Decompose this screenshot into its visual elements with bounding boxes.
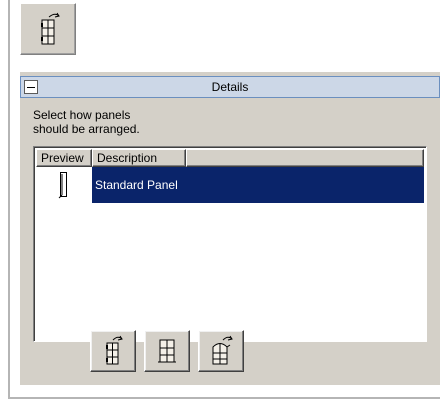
column-header-preview[interactable]: Preview (36, 149, 92, 167)
list-header: Preview Description (36, 149, 424, 167)
arrangement-window: Details Select how panels should be arra… (0, 0, 440, 409)
bottom-rule (8, 397, 440, 399)
hinged-panel-button[interactable] (90, 330, 136, 372)
panel-arrangement-button[interactable] (20, 3, 76, 55)
window-grid-panel-icon (158, 339, 176, 363)
list-item[interactable]: Standard Panel (36, 167, 424, 203)
row-description: Standard Panel (92, 167, 424, 203)
column-header-description[interactable]: Description (92, 149, 186, 167)
instructions-line-2: should be arranged. (33, 122, 140, 136)
column-header-filler (186, 149, 424, 167)
instructions-text: Select how panels should be arranged. (33, 108, 233, 136)
standard-panel-icon (58, 172, 67, 199)
grid-panel-button[interactable] (144, 330, 190, 372)
door-panel-arched-icon (212, 335, 233, 365)
details-panel-header[interactable]: Details (20, 76, 440, 98)
panel-type-list[interactable]: Preview Description Standard Panel (33, 146, 427, 342)
panel-title: Details (211, 80, 249, 94)
door-panel-hinged-icon (106, 335, 123, 365)
details-panel: Details Select how panels should be arra… (20, 72, 440, 385)
instructions-line-1: Select how panels (33, 108, 131, 122)
left-rule (8, 0, 10, 399)
door-panel-hinged-icon (41, 12, 60, 45)
row-preview-cell (36, 167, 92, 203)
arched-panel-button[interactable] (198, 330, 244, 372)
